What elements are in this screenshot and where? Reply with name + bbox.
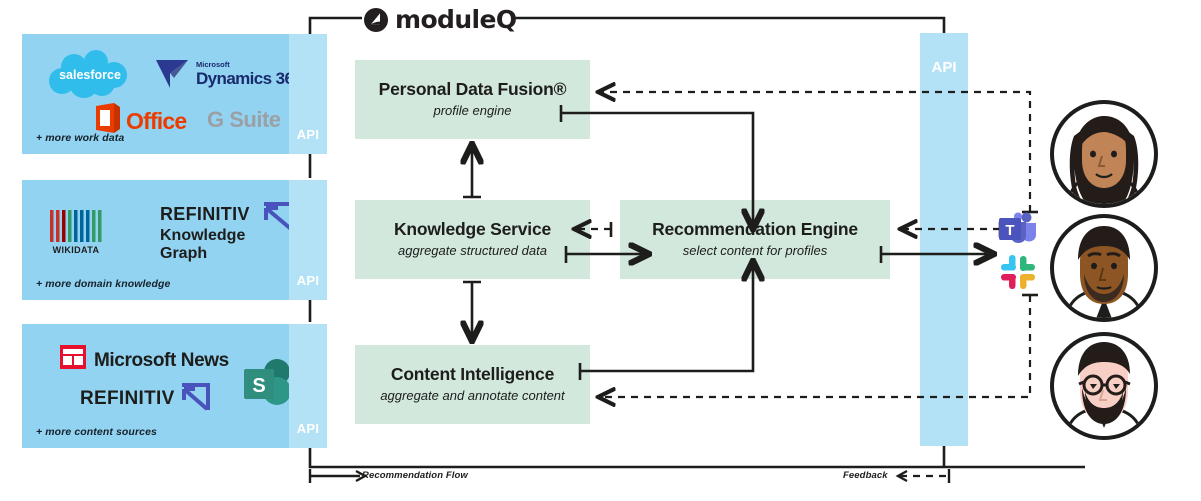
user-avatar-3	[1050, 332, 1158, 440]
svg-text:T: T	[1005, 222, 1014, 239]
legend-feedback-label: Feedback	[843, 470, 888, 481]
legend-feedback-arrow	[895, 469, 951, 483]
legend-recommendation-flow-arrow	[308, 469, 368, 483]
architecture-diagram: moduleQ salesforce Microsoft Dynamics 36…	[0, 0, 1201, 501]
arrow-pdf-to-re	[561, 111, 753, 228]
slack-icon	[1001, 255, 1035, 289]
arrow-user-bottom-to-ci-feedback	[599, 295, 1032, 397]
arrow-ci-to-re	[580, 262, 753, 373]
connector-arrows	[0, 0, 1038, 501]
user-avatar-2	[1050, 214, 1158, 322]
microsoft-teams-icon: T	[999, 212, 1036, 243]
legend-recommendation-flow-label: Recommendation Flow	[362, 470, 468, 481]
user-avatar-1	[1050, 100, 1158, 208]
arrow-user-top-to-pdf-feedback	[599, 92, 1032, 212]
